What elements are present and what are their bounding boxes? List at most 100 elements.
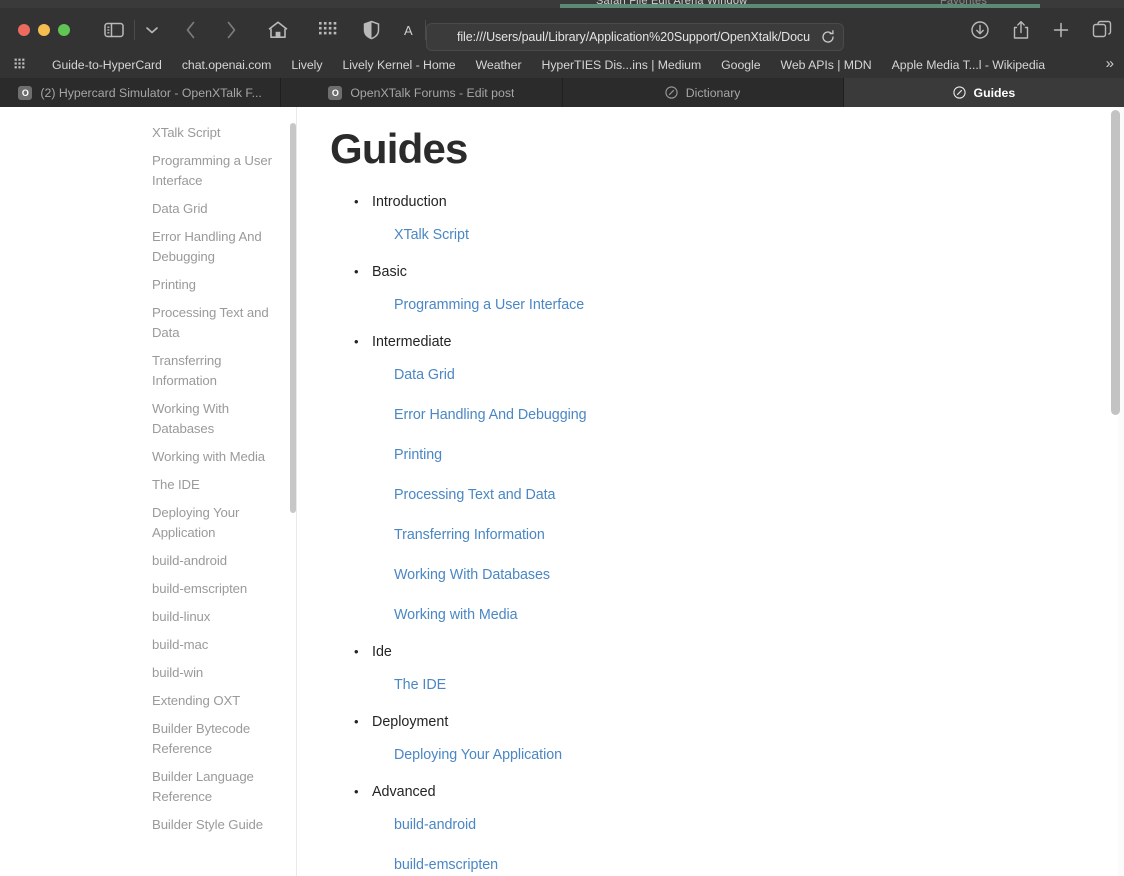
address-bar[interactable]: file:///Users/paul/Library/Application%2… xyxy=(426,23,844,51)
guide-group-introduction: • Introduction XTalk Script xyxy=(330,187,1117,257)
sidebar-item[interactable]: Builder Bytecode Reference xyxy=(152,719,272,759)
sidebar-item[interactable]: build-linux xyxy=(152,607,272,627)
guide-link[interactable]: Working with Media xyxy=(394,607,518,623)
list-item: XTalk Script xyxy=(394,217,1117,257)
sidebar-item[interactable]: Processing Text and Data xyxy=(152,303,272,343)
guide-link[interactable]: XTalk Script xyxy=(394,227,469,243)
chevron-down-icon[interactable] xyxy=(145,16,159,44)
toolbar-divider-1 xyxy=(134,20,135,40)
close-window-button[interactable] xyxy=(18,24,30,36)
guide-link[interactable]: Processing Text and Data xyxy=(394,487,556,503)
bookmark-item[interactable]: chat.openai.com xyxy=(172,56,281,74)
sidebar-item[interactable]: Transferring Information xyxy=(152,351,272,391)
list-item: Transferring Information xyxy=(394,517,1117,557)
guide-link[interactable]: Error Handling And Debugging xyxy=(394,407,587,423)
guide-sublist: build-android build-emscripten build-lin… xyxy=(394,807,1117,876)
sidebar-item[interactable]: Printing xyxy=(152,275,272,295)
tab-dictionary[interactable]: Dictionary xyxy=(562,78,844,107)
browser-window: Safari File Edit Arena Window Favorites xyxy=(0,0,1124,876)
guide-link[interactable]: Data Grid xyxy=(394,367,455,383)
compass-icon xyxy=(665,86,678,99)
reload-icon[interactable] xyxy=(813,30,843,44)
doc-sidebar-list: XTalk Script Programming a User Interfac… xyxy=(152,123,272,843)
tab-overview-icon[interactable] xyxy=(1092,16,1112,44)
bookmark-item[interactable]: HyperTIES Dis...ins | Medium xyxy=(532,56,712,74)
app-o-icon: O xyxy=(328,85,343,100)
guide-link[interactable]: build-android xyxy=(394,817,476,833)
compass-icon xyxy=(952,86,966,99)
sidebar-item[interactable]: XTalk Script xyxy=(152,123,272,143)
sidebar-item[interactable]: Builder Style Guide xyxy=(152,815,272,835)
guide-sublist: The IDE xyxy=(394,667,1117,707)
bookmark-item[interactable]: Guide-to-HyperCard xyxy=(42,56,172,74)
sidebar-item[interactable]: build-emscripten xyxy=(152,579,272,599)
guides-list: • Introduction XTalk Script • Basic Prog… xyxy=(330,187,1117,876)
minimize-window-button[interactable] xyxy=(38,24,50,36)
sidebar-item[interactable]: Error Handling And Debugging xyxy=(152,227,272,267)
bullet-icon: • xyxy=(354,334,359,349)
sidebar-item[interactable]: build-mac xyxy=(152,635,272,655)
bullet-icon: • xyxy=(354,264,359,279)
background-window-title-left: Safari File Edit Arena Window xyxy=(596,0,748,7)
doc-sidebar: XTalk Script Programming a User Interfac… xyxy=(0,107,297,876)
forward-button[interactable] xyxy=(225,16,237,44)
bookmarks-overflow-button[interactable]: » xyxy=(1102,55,1118,73)
tab-openxtalk-forums[interactable]: O OpenXTalk Forums - Edit post xyxy=(281,78,563,107)
guide-link[interactable]: Working With Databases xyxy=(394,567,550,583)
guide-group-header: • Basic xyxy=(354,257,1117,287)
bullet-icon: • xyxy=(354,714,359,729)
sidebar-item[interactable]: Data Grid xyxy=(152,199,272,219)
page-scrollbar[interactable] xyxy=(1111,110,1120,415)
bookmark-item[interactable]: Weather xyxy=(466,56,532,74)
list-item: Deploying Your Application xyxy=(394,737,1117,777)
guide-link[interactable]: Deploying Your Application xyxy=(394,747,562,763)
tab-hypercard-simulator[interactable]: O (2) Hypercard Simulator - OpenXTalk F.… xyxy=(0,78,282,107)
background-window-sliver: Safari File Edit Arena Window Favorites xyxy=(0,0,1124,8)
guide-link[interactable]: The IDE xyxy=(394,677,446,693)
grid-apps-icon[interactable] xyxy=(317,16,337,44)
list-item: The IDE xyxy=(394,667,1117,707)
bullet-icon: • xyxy=(354,194,359,209)
back-button[interactable] xyxy=(185,16,197,44)
sidebar-item[interactable]: build-win xyxy=(152,663,272,683)
app-o-icon: O xyxy=(18,85,33,100)
list-item: build-android xyxy=(394,807,1117,847)
bookmark-item[interactable]: Web APIs | MDN xyxy=(771,56,882,74)
guide-group-header: • Introduction xyxy=(354,187,1117,217)
guide-link[interactable]: Programming a User Interface xyxy=(394,297,584,313)
guide-group-name: Ide xyxy=(372,644,392,660)
bookmark-item[interactable]: Apple Media T...l - Wikipedia xyxy=(882,56,1055,74)
guide-link[interactable]: build-emscripten xyxy=(394,857,498,873)
text-size-smaller-button[interactable]: A xyxy=(404,16,413,44)
bookmark-item[interactable]: Google xyxy=(711,56,770,74)
bookmark-item[interactable]: Lively xyxy=(281,56,332,74)
guide-group-header: • Advanced xyxy=(354,777,1117,807)
bookmarks-grid-apps-icon[interactable] xyxy=(14,58,28,72)
list-item: Programming a User Interface xyxy=(394,287,1117,327)
sidebar-item[interactable]: Extending OXT xyxy=(152,691,272,711)
guide-link[interactable]: Transferring Information xyxy=(394,527,545,543)
download-icon[interactable] xyxy=(970,16,990,44)
sidebar-item[interactable]: Programming a User Interface xyxy=(152,151,272,191)
address-bar-text[interactable]: file:///Users/paul/Library/Application%2… xyxy=(427,30,813,44)
shield-icon[interactable] xyxy=(363,16,380,44)
home-icon[interactable] xyxy=(267,16,289,44)
page-title: Guides xyxy=(330,125,468,172)
guide-group-header: • Intermediate xyxy=(354,327,1117,357)
sidebar-item[interactable]: build-android xyxy=(152,551,272,571)
guide-group-intermediate: • Intermediate Data Grid Error Handling … xyxy=(330,327,1117,637)
plus-icon[interactable] xyxy=(1052,16,1070,44)
guide-link[interactable]: Printing xyxy=(394,447,442,463)
sidebar-item[interactable]: Deploying Your Application xyxy=(152,503,272,543)
sidebar-item[interactable]: Working with Media xyxy=(152,447,272,467)
share-icon[interactable] xyxy=(1012,16,1030,44)
sidebar-item[interactable]: The IDE xyxy=(152,475,272,495)
bookmark-item[interactable]: Lively Kernel - Home xyxy=(332,56,465,74)
list-item: Processing Text and Data xyxy=(394,477,1117,517)
sidebar-icon[interactable] xyxy=(104,16,124,44)
sidebar-item[interactable]: Builder Language Reference xyxy=(152,767,272,807)
bullet-icon: • xyxy=(354,784,359,799)
sidebar-item[interactable]: Working With Databases xyxy=(152,399,272,439)
tab-guides[interactable]: Guides xyxy=(843,78,1124,107)
zoom-window-button[interactable] xyxy=(58,24,70,36)
